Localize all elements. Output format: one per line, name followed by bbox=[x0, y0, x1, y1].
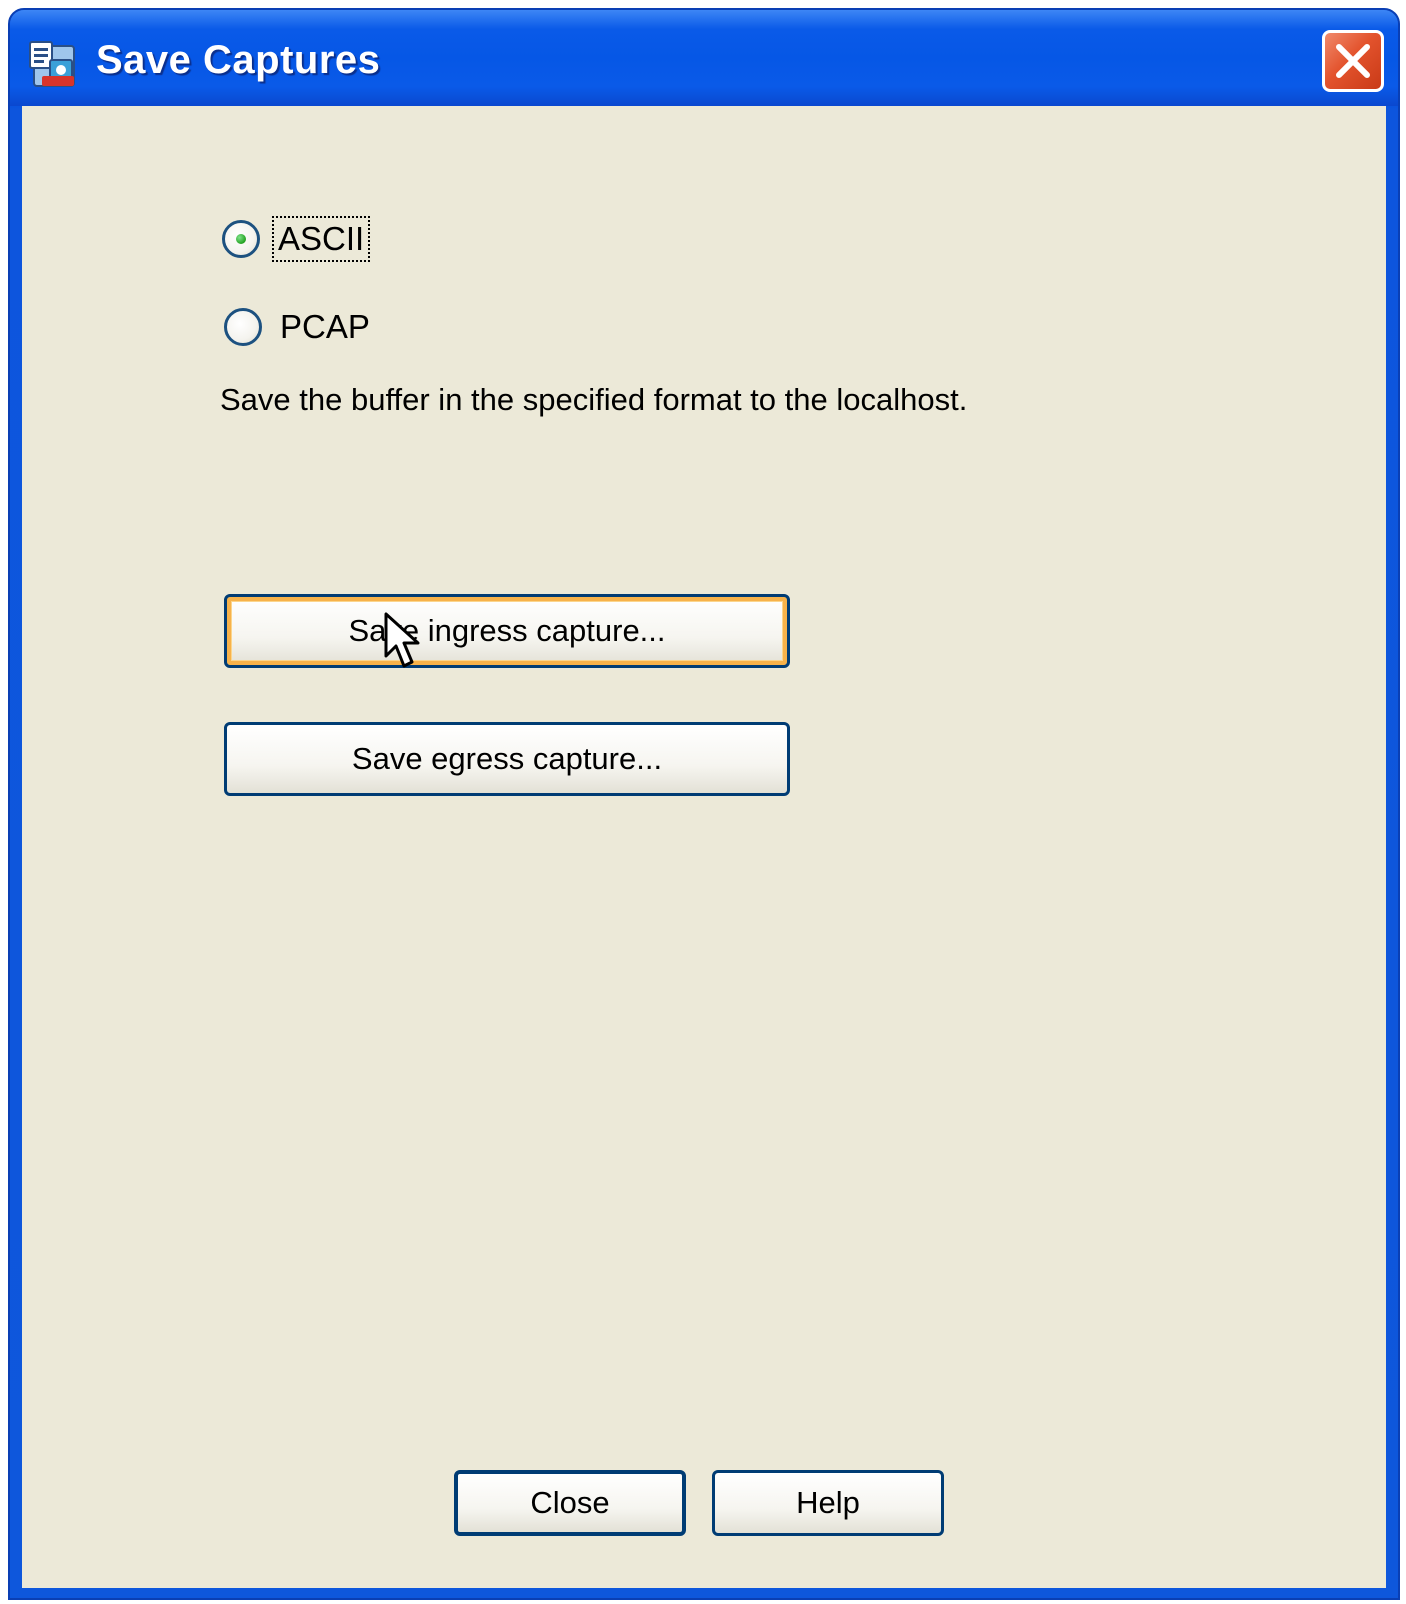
help-button[interactable]: Help bbox=[712, 1470, 944, 1536]
close-x-icon[interactable] bbox=[1322, 30, 1384, 92]
radio-label-ascii[interactable]: ASCII bbox=[271, 216, 371, 262]
radio-button-ascii[interactable] bbox=[222, 220, 260, 258]
dialog-content: ASCII PCAP Save the buffer in the specif… bbox=[22, 106, 1386, 1588]
close-glyph-icon bbox=[1336, 44, 1370, 78]
close-button[interactable]: Close bbox=[454, 1470, 686, 1536]
save-ingress-capture-button[interactable]: Save ingress capture... bbox=[224, 594, 790, 668]
radio-ascii[interactable]: ASCII bbox=[222, 216, 371, 262]
window-title: Save Captures bbox=[96, 38, 381, 82]
radio-pcap[interactable]: PCAP bbox=[224, 306, 374, 348]
radio-label-pcap[interactable]: PCAP bbox=[276, 306, 374, 348]
title-bar[interactable]: Save Captures bbox=[10, 10, 1398, 106]
save-captures-dialog: Save Captures ASCII PCAP Save the buffer… bbox=[8, 8, 1400, 1600]
format-description: Save the buffer in the specified format … bbox=[220, 382, 968, 417]
save-egress-capture-button[interactable]: Save egress capture... bbox=[224, 722, 790, 796]
asdm-app-icon bbox=[29, 41, 75, 87]
radio-button-pcap[interactable] bbox=[224, 308, 262, 346]
radio-selected-dot-icon bbox=[236, 234, 246, 244]
